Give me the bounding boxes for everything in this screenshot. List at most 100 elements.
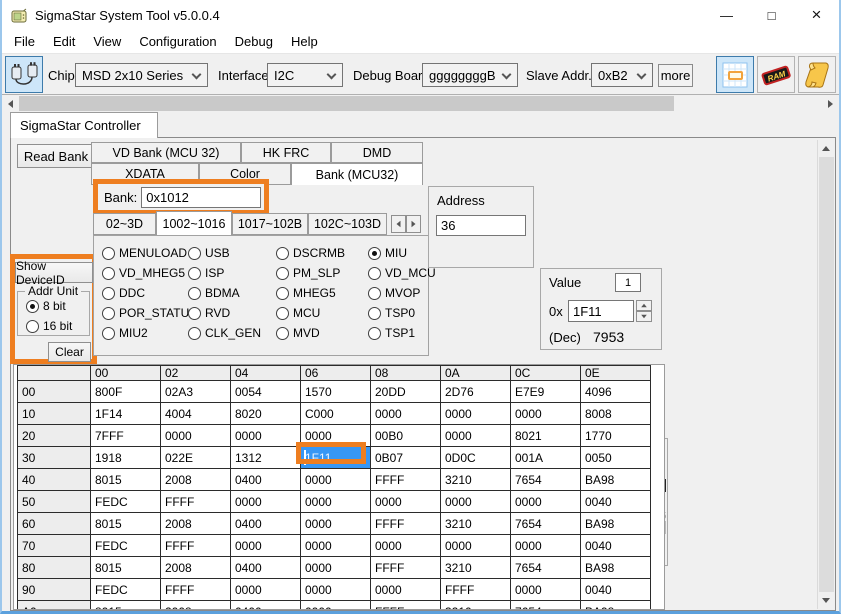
- bank-input[interactable]: 0x1012: [141, 187, 261, 208]
- cell-60-04[interactable]: 0400: [231, 513, 301, 535]
- cell-A0-04[interactable]: 0400: [231, 601, 301, 611]
- script-button[interactable]: [798, 56, 836, 93]
- cell-70-0E[interactable]: 0040: [581, 535, 651, 557]
- menu-debug[interactable]: Debug: [226, 31, 282, 52]
- cell-50-0C[interactable]: 0000: [511, 491, 581, 513]
- radio-option-mvd[interactable]: MVD: [276, 323, 368, 343]
- cell-10-08[interactable]: 0000: [371, 403, 441, 425]
- cell-A0-06[interactable]: 0000: [301, 601, 371, 611]
- cell-10-06[interactable]: C000: [301, 403, 371, 425]
- cell-50-06[interactable]: 0000: [301, 491, 371, 513]
- cell-40-06[interactable]: 0000: [301, 469, 371, 491]
- cell-60-00[interactable]: 8015: [91, 513, 161, 535]
- radio-option-usb[interactable]: USB: [188, 243, 276, 263]
- cell-70-08[interactable]: 0000: [371, 535, 441, 557]
- radio-option-tsp0[interactable]: TSP0: [368, 303, 428, 323]
- cell-10-02[interactable]: 4004: [161, 403, 231, 425]
- tab-hk-frc[interactable]: HK FRC: [241, 142, 331, 163]
- cell-A0-00[interactable]: 8015: [91, 601, 161, 611]
- tab-range-02-3d[interactable]: 02~3D: [93, 213, 156, 235]
- cell-50-04[interactable]: 0000: [231, 491, 301, 513]
- cell-20-0A[interactable]: 0000: [441, 425, 511, 447]
- address-input[interactable]: 36: [436, 215, 526, 236]
- cell-30-04[interactable]: 1312: [231, 447, 301, 469]
- cell-00-0A[interactable]: 2D76: [441, 381, 511, 403]
- cell-A0-08[interactable]: FFFF: [371, 601, 441, 611]
- radio-option-mvop[interactable]: MVOP: [368, 283, 428, 303]
- horizontal-scrollbar-thumb[interactable]: [19, 96, 674, 111]
- connect-button[interactable]: [5, 56, 43, 93]
- cell-A0-0C[interactable]: 7654: [511, 601, 581, 611]
- scroll-right-button[interactable]: [822, 95, 839, 112]
- menu-configuration[interactable]: Configuration: [130, 31, 225, 52]
- cell-20-00[interactable]: 7FFF: [91, 425, 161, 447]
- debug-board-select[interactable]: ggggggggB: [422, 63, 518, 87]
- cell-80-08[interactable]: FFFF: [371, 557, 441, 579]
- cell-90-0E[interactable]: 0040: [581, 579, 651, 601]
- cell-60-02[interactable]: 2008: [161, 513, 231, 535]
- cell-20-0C[interactable]: 8021: [511, 425, 581, 447]
- cell-30-08[interactable]: 0B07: [371, 447, 441, 469]
- cell-20-0E[interactable]: 1770: [581, 425, 651, 447]
- cell-A0-02[interactable]: 2008: [161, 601, 231, 611]
- cell-10-0C[interactable]: 0000: [511, 403, 581, 425]
- cell-00-02[interactable]: 02A3: [161, 381, 231, 403]
- cell-80-0A[interactable]: 3210: [441, 557, 511, 579]
- radio-option-vd-mcu[interactable]: VD_MCU: [368, 263, 428, 283]
- cell-A0-0A[interactable]: 3210: [441, 601, 511, 611]
- menu-file[interactable]: File: [5, 31, 44, 52]
- value-spin-down-button[interactable]: [636, 311, 652, 322]
- cell-50-0E[interactable]: 0040: [581, 491, 651, 513]
- radio-option-dscrmb[interactable]: DSCRMB: [276, 243, 368, 263]
- scroll-left-button[interactable]: [2, 95, 19, 112]
- cell-70-06[interactable]: 0000: [301, 535, 371, 557]
- cell-40-0E[interactable]: BA98: [581, 469, 651, 491]
- cell-50-08[interactable]: 0000: [371, 491, 441, 513]
- cell-70-04[interactable]: 0000: [231, 535, 301, 557]
- maximize-button[interactable]: □: [749, 0, 794, 30]
- chip-select[interactable]: MSD 2x10 Series: [75, 63, 208, 87]
- interface-select[interactable]: I2C: [267, 63, 343, 87]
- show-deviceid-button[interactable]: Show DeviceID: [15, 262, 93, 283]
- cell-00-0C[interactable]: E7E9: [511, 381, 581, 403]
- cell-90-06[interactable]: 0000: [301, 579, 371, 601]
- cell-40-0A[interactable]: 3210: [441, 469, 511, 491]
- tab-dmd[interactable]: DMD: [331, 142, 423, 163]
- radio-option-rvd[interactable]: RVD: [188, 303, 276, 323]
- cell-70-00[interactable]: FEDC: [91, 535, 161, 557]
- radio-option-ddc[interactable]: DDC: [102, 283, 188, 303]
- radio-option-vd-mheg5[interactable]: VD_MHEG5: [102, 263, 188, 283]
- cell-60-0C[interactable]: 7654: [511, 513, 581, 535]
- cell-20-06[interactable]: 0000: [301, 425, 371, 447]
- cell-70-02[interactable]: FFFF: [161, 535, 231, 557]
- cell-30-0A[interactable]: 0D0C: [441, 447, 511, 469]
- cell-50-02[interactable]: FFFF: [161, 491, 231, 513]
- cell-00-0E[interactable]: 4096: [581, 381, 651, 403]
- cell-20-08[interactable]: 00B0: [371, 425, 441, 447]
- cell-00-04[interactable]: 0054: [231, 381, 301, 403]
- radio-option-clk-gen[interactable]: CLK_GEN: [188, 323, 276, 343]
- cell-90-02[interactable]: FFFF: [161, 579, 231, 601]
- ram-button[interactable]: RAM: [757, 56, 795, 93]
- cell-30-0E[interactable]: 0050: [581, 447, 651, 469]
- cell-40-04[interactable]: 0400: [231, 469, 301, 491]
- tab-range-102c-103d[interactable]: 102C~103D: [308, 213, 387, 235]
- read-bank-button[interactable]: Read Bank: [17, 144, 95, 168]
- cell-90-0A[interactable]: FFFF: [441, 579, 511, 601]
- cell-80-00[interactable]: 8015: [91, 557, 161, 579]
- scroll-down-button[interactable]: [818, 592, 834, 609]
- slave-addr-select[interactable]: 0xB2: [591, 63, 653, 87]
- radio-option-mheg5[interactable]: MHEG5: [276, 283, 368, 303]
- cell-60-0A[interactable]: 3210: [441, 513, 511, 535]
- tab-sigmastar-controller[interactable]: SigmaStar Controller: [10, 112, 158, 138]
- cell-90-00[interactable]: FEDC: [91, 579, 161, 601]
- radio-option-mcu[interactable]: MCU: [276, 303, 368, 323]
- radio-option-miu2[interactable]: MIU2: [102, 323, 188, 343]
- tab-range-1002-1016[interactable]: 1002~1016: [156, 211, 232, 235]
- cell-90-0C[interactable]: 0000: [511, 579, 581, 601]
- vertical-scrollbar-thumb[interactable]: [819, 157, 834, 592]
- cell-80-0C[interactable]: 7654: [511, 557, 581, 579]
- cell-80-04[interactable]: 0400: [231, 557, 301, 579]
- radio-option-miu[interactable]: MIU: [368, 243, 428, 263]
- cell-30-06[interactable]: 1F11: [301, 447, 371, 469]
